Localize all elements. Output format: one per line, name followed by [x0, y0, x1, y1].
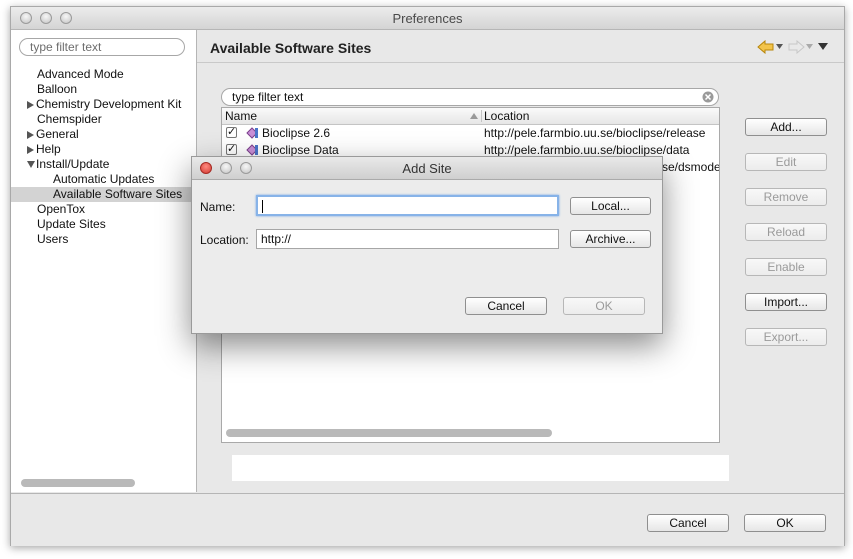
tree-item-label: OpenTox — [37, 202, 86, 216]
dialog-titlebar: Add Site — [192, 157, 662, 180]
row-enabled-checkbox[interactable]: ✓ — [226, 144, 237, 155]
tree-item[interactable]: Update Sites — [11, 217, 196, 232]
tree-item[interactable]: General — [11, 127, 196, 142]
tree-scroll-thumb[interactable] — [21, 479, 135, 487]
preferences-cancel-button[interactable]: Cancel — [647, 514, 729, 532]
table-horizontal-scrollbar[interactable] — [222, 426, 719, 440]
collapsed-triangle-icon[interactable] — [27, 145, 34, 154]
page-title: Available Software Sites — [210, 40, 372, 56]
tree-item-label: Chemistry Development Kit — [36, 97, 182, 111]
tree-item-label: Advanced Mode — [37, 67, 124, 81]
forward-arrow-icon — [788, 40, 805, 54]
window-titlebar: Preferences — [11, 7, 844, 30]
import-button[interactable]: Import... — [745, 293, 827, 311]
dialog-ok-button[interactable]: OK — [563, 297, 645, 315]
tree-item-label: Update Sites — [37, 217, 106, 231]
location-label: Location: — [200, 233, 249, 247]
dialog-cancel-button[interactable]: Cancel — [465, 297, 547, 315]
reload-button[interactable]: Reload — [745, 223, 827, 241]
tree-item[interactable]: Advanced Mode — [11, 67, 196, 82]
site-details-area — [232, 455, 729, 481]
collapsed-triangle-icon[interactable] — [27, 130, 34, 139]
preferences-tree-pane: type filter text Advanced Mode Balloon Che… — [11, 30, 197, 492]
table-scroll-thumb[interactable] — [226, 429, 552, 437]
sites-filter-input[interactable]: type filter text — [221, 88, 719, 106]
tree-item-label: Automatic Updates — [53, 172, 155, 186]
column-header-name[interactable]: Name — [225, 108, 257, 124]
tree-item[interactable]: Available Software Sites — [11, 187, 196, 202]
back-arrow-icon[interactable] — [757, 40, 775, 54]
tree-item[interactable]: Help — [11, 142, 196, 157]
dialog-button-bar: Cancel OK — [11, 493, 844, 546]
table-header: Name Location — [222, 108, 719, 125]
back-dropdown-icon[interactable] — [776, 44, 784, 50]
sort-arrow-icon — [470, 113, 478, 119]
tree-item[interactable]: Install/Update — [11, 157, 196, 172]
site-icon — [246, 127, 258, 139]
archive-button[interactable]: Archive... — [570, 230, 651, 248]
column-header-location[interactable]: Location — [484, 108, 529, 124]
row-location-partial: se/dsmode — [662, 160, 719, 174]
tree-item[interactable]: Users — [11, 232, 196, 247]
local-button[interactable]: Local... — [570, 197, 651, 215]
tree-item-label: Install/Update — [36, 157, 110, 171]
header-separator — [197, 62, 844, 63]
export-button[interactable]: Export... — [745, 328, 827, 346]
tree-item-label: General — [36, 127, 79, 141]
name-label: Name: — [200, 200, 236, 214]
preferences-ok-button[interactable]: OK — [744, 514, 826, 532]
tree-filter-input[interactable]: type filter text — [19, 38, 185, 56]
enable-button[interactable]: Enable — [745, 258, 827, 276]
tree-item-label: Chemspider — [37, 112, 102, 126]
text-cursor — [262, 200, 263, 213]
tree-item-label: Help — [36, 142, 61, 156]
tree-item-label: Balloon — [37, 82, 78, 96]
tree-item-label: Users — [37, 232, 69, 246]
expanded-triangle-icon[interactable] — [27, 161, 35, 169]
site-icon — [246, 144, 258, 156]
add-site-dialog: Add Site Name: Local... Location: http:/… — [191, 156, 663, 334]
dialog-title: Add Site — [402, 161, 452, 176]
row-enabled-checkbox[interactable]: ✓ — [226, 127, 237, 138]
remove-button[interactable]: Remove — [745, 188, 827, 206]
window-title: Preferences — [392, 11, 463, 26]
row-location: http://pele.farmbio.uu.se/bioclipse/rele… — [484, 126, 706, 140]
page-navigation — [757, 39, 828, 55]
tree-item[interactable]: Chemistry Development Kit — [11, 97, 196, 112]
collapsed-triangle-icon[interactable] — [27, 100, 34, 109]
column-divider[interactable] — [481, 110, 482, 122]
location-field[interactable]: http:// — [256, 229, 559, 249]
view-menu-icon[interactable] — [818, 43, 828, 51]
name-field[interactable] — [256, 195, 559, 216]
clear-search-icon[interactable] — [702, 91, 714, 103]
tree-item[interactable]: Automatic Updates — [11, 172, 196, 187]
tree-item-label: Available Software Sites — [53, 187, 183, 201]
tree-item[interactable]: Balloon — [11, 82, 196, 97]
table-row[interactable]: ✓ Bioclipse 2.6 http://pele.farmbio.uu.s… — [222, 125, 719, 141]
tree-horizontal-scrollbar[interactable] — [17, 478, 185, 488]
forward-dropdown-icon — [806, 44, 813, 49]
edit-button[interactable]: Edit — [745, 153, 827, 171]
add-button[interactable]: Add... — [745, 118, 827, 136]
tree-item[interactable]: Chemspider — [11, 112, 196, 127]
tree-item[interactable]: OpenTox — [11, 202, 196, 217]
row-name: Bioclipse 2.6 — [262, 126, 331, 140]
